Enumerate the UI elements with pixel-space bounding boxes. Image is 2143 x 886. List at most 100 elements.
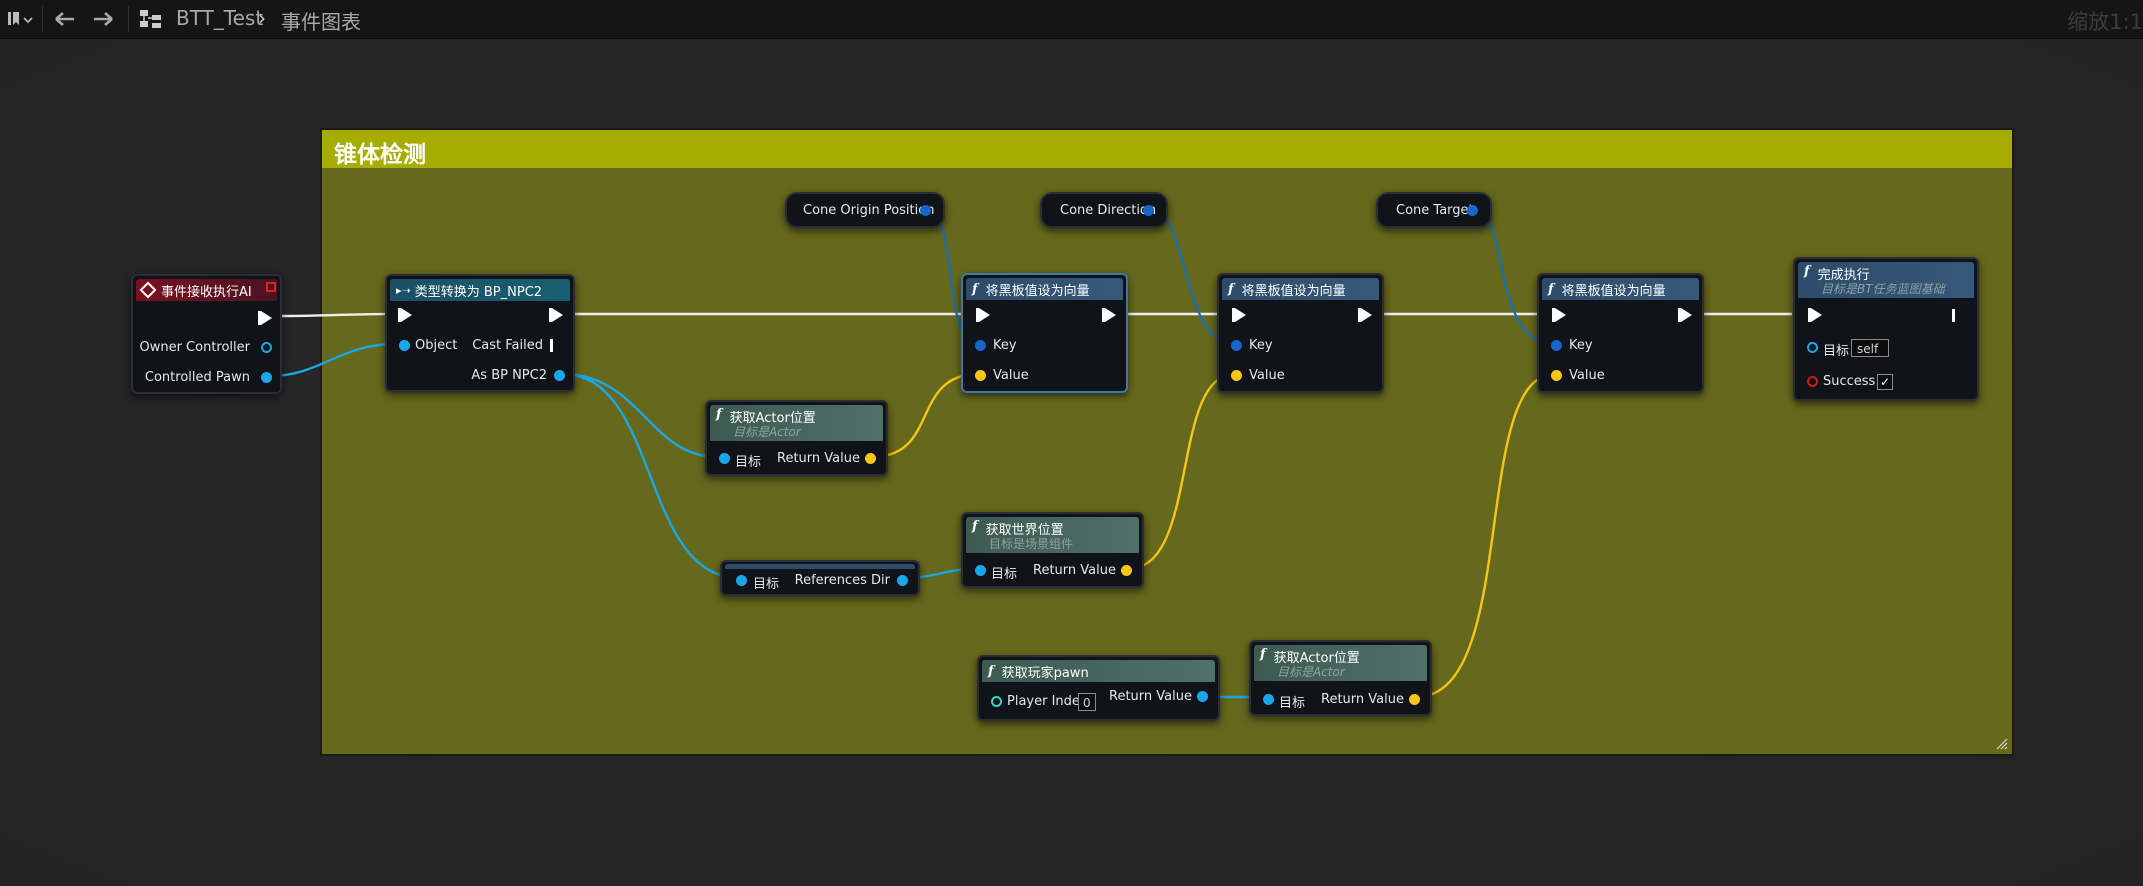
node-header: f 将黑板值设为向量 <box>1542 278 1699 300</box>
node-subtitle: 目标是Actor <box>733 425 801 439</box>
return-value-pin[interactable] <box>865 453 876 464</box>
finish-execute-node[interactable]: f 完成执行 目标是BT任务蓝图基础 目标 self Success ✓ <box>1793 257 1979 401</box>
node-title: 获取玩家pawn <box>1001 665 1089 681</box>
cast-to-bp-npc2-node[interactable]: ▸➝ 类型转换为 BP_NPC2 Object Cast Failed As B… <box>385 274 575 392</box>
function-icon: f <box>988 663 994 679</box>
target-pin[interactable] <box>719 453 730 464</box>
function-icon: f <box>1804 264 1810 279</box>
forward-arrow-icon[interactable] <box>88 8 118 30</box>
function-icon: f <box>1260 647 1266 662</box>
references-dir-node[interactable]: 目标 References Dir <box>720 560 920 596</box>
get-actor-location-node-2[interactable]: f 获取Actor位置 目标是Actor 目标 Return Value <box>1249 640 1432 716</box>
success-checkbox[interactable]: ✓ <box>1877 374 1893 390</box>
target-label: 目标 <box>1279 696 1306 711</box>
key-pin[interactable] <box>975 340 986 351</box>
controlled-pawn-pin[interactable] <box>261 372 272 383</box>
resize-handle-icon[interactable] <box>1996 738 2008 750</box>
target-self-field[interactable]: self <box>1851 339 1889 357</box>
set-blackboard-vector-node-1[interactable]: f 将黑板值设为向量 Key Value <box>961 273 1128 393</box>
return-value-label: Return Value <box>1321 692 1404 707</box>
key-pin[interactable] <box>1231 340 1242 351</box>
exec-out-pin[interactable] <box>1952 309 1955 322</box>
exec-in-pin[interactable] <box>1552 308 1566 322</box>
owner-controller-label: Owner Controller <box>139 340 250 355</box>
exec-out-pin[interactable] <box>258 311 272 325</box>
value-pin[interactable] <box>1231 370 1242 381</box>
return-value-label: Return Value <box>777 451 860 466</box>
get-player-pawn-node[interactable]: f 获取玩家pawn Player Index 0 Return Value <box>977 655 1220 721</box>
exec-out-pin[interactable] <box>1358 308 1372 322</box>
key-label: Key <box>1249 338 1273 353</box>
as-bp-npc2-label: As BP NPC2 <box>471 368 547 383</box>
cone-origin-position-variable[interactable]: Cone Origin Position <box>785 192 945 228</box>
exec-in-pin[interactable] <box>398 308 412 322</box>
return-value-pin[interactable] <box>1197 691 1208 702</box>
event-receive-execute-ai-node[interactable]: 事件接收执行AI Owner Controller Controlled Paw… <box>131 274 282 394</box>
object-pin[interactable] <box>399 340 410 351</box>
variable-label: Cone Target <box>1396 203 1474 218</box>
key-pin[interactable] <box>1551 340 1562 351</box>
value-label: Value <box>993 368 1029 383</box>
target-pin[interactable] <box>1263 694 1274 705</box>
target-pin[interactable] <box>1807 342 1818 353</box>
references-dir-pin[interactable] <box>897 575 908 586</box>
node-title: 类型转换为 BP_NPC2 <box>414 284 543 300</box>
get-world-location-node[interactable]: f 获取世界位置 目标是场景组件 目标 Return Value <box>961 512 1144 588</box>
target-label: 目标 <box>735 455 762 470</box>
bookmark-icon[interactable] <box>4 8 34 30</box>
back-arrow-icon[interactable] <box>50 8 80 30</box>
node-title: 将黑板值设为向量 <box>1561 283 1666 299</box>
node-header: 事件接收执行AI <box>136 279 277 301</box>
function-icon: f <box>1228 281 1234 297</box>
cone-target-variable[interactable]: Cone Target <box>1376 192 1492 228</box>
value-pin[interactable] <box>1551 370 1562 381</box>
cast-failed-exec-pin[interactable] <box>550 339 553 352</box>
player-index-field[interactable]: 0 <box>1078 693 1096 711</box>
variable-out-pin[interactable] <box>1467 205 1478 216</box>
owner-controller-pin[interactable] <box>261 342 272 353</box>
value-pin[interactable] <box>975 370 986 381</box>
cast-arrow-icon: ▸➝ <box>396 283 411 297</box>
node-subtitle: 目标是Actor <box>1277 665 1345 679</box>
key-label: Key <box>993 338 1017 353</box>
set-blackboard-vector-node-3[interactable]: f 将黑板值设为向量 Key Value <box>1537 273 1704 393</box>
success-pin[interactable] <box>1807 376 1818 387</box>
object-label: Object <box>415 338 458 353</box>
node-header: f 将黑板值设为向量 <box>966 278 1123 300</box>
return-value-pin[interactable] <box>1121 565 1132 576</box>
target-pin[interactable] <box>736 575 747 586</box>
cast-failed-label: Cast Failed <box>472 338 543 353</box>
exec-out-pin[interactable] <box>1102 308 1116 322</box>
exec-in-pin[interactable] <box>1808 308 1822 322</box>
return-value-pin[interactable] <box>1409 694 1420 705</box>
as-bp-npc2-pin[interactable] <box>554 370 565 381</box>
exec-out-pin[interactable] <box>1678 308 1692 322</box>
exec-in-pin[interactable] <box>976 308 990 322</box>
variable-label: Cone Origin Position <box>803 203 935 218</box>
breadcrumb-blueprint[interactable]: BTT_Test <box>176 6 263 30</box>
variable-out-pin[interactable] <box>920 205 931 216</box>
function-icon: f <box>972 519 978 534</box>
player-index-label: Player Index <box>1007 694 1088 709</box>
toolbar-divider <box>128 6 129 32</box>
set-blackboard-vector-node-2[interactable]: f 将黑板值设为向量 Key Value <box>1217 273 1384 393</box>
cone-direction-variable[interactable]: Cone Direction <box>1040 192 1168 228</box>
exec-in-pin[interactable] <box>1232 308 1246 322</box>
delegate-pin[interactable] <box>266 282 276 292</box>
zoom-level: 缩放1:1 <box>2067 10 2143 34</box>
value-label: Value <box>1249 368 1285 383</box>
node-header-strip <box>725 564 915 569</box>
comment-header[interactable]: 锥体检测 <box>322 130 2012 168</box>
variable-out-pin[interactable] <box>1143 205 1154 216</box>
player-index-pin[interactable] <box>991 696 1002 707</box>
target-pin[interactable] <box>975 565 986 576</box>
variable-label: Cone Direction <box>1060 203 1157 218</box>
node-subtitle: 目标是场景组件 <box>989 537 1074 551</box>
graph-tree-icon <box>136 7 166 31</box>
exec-out-pin[interactable] <box>549 308 563 322</box>
node-title: 将黑板值设为向量 <box>1241 283 1346 299</box>
get-actor-location-node-1[interactable]: f 获取Actor位置 目标是Actor 目标 Return Value <box>705 400 888 476</box>
function-icon: f <box>1548 281 1554 297</box>
node-title: 事件接收执行AI <box>161 284 252 300</box>
node-subtitle: 目标是BT任务蓝图基础 <box>1821 282 1945 296</box>
